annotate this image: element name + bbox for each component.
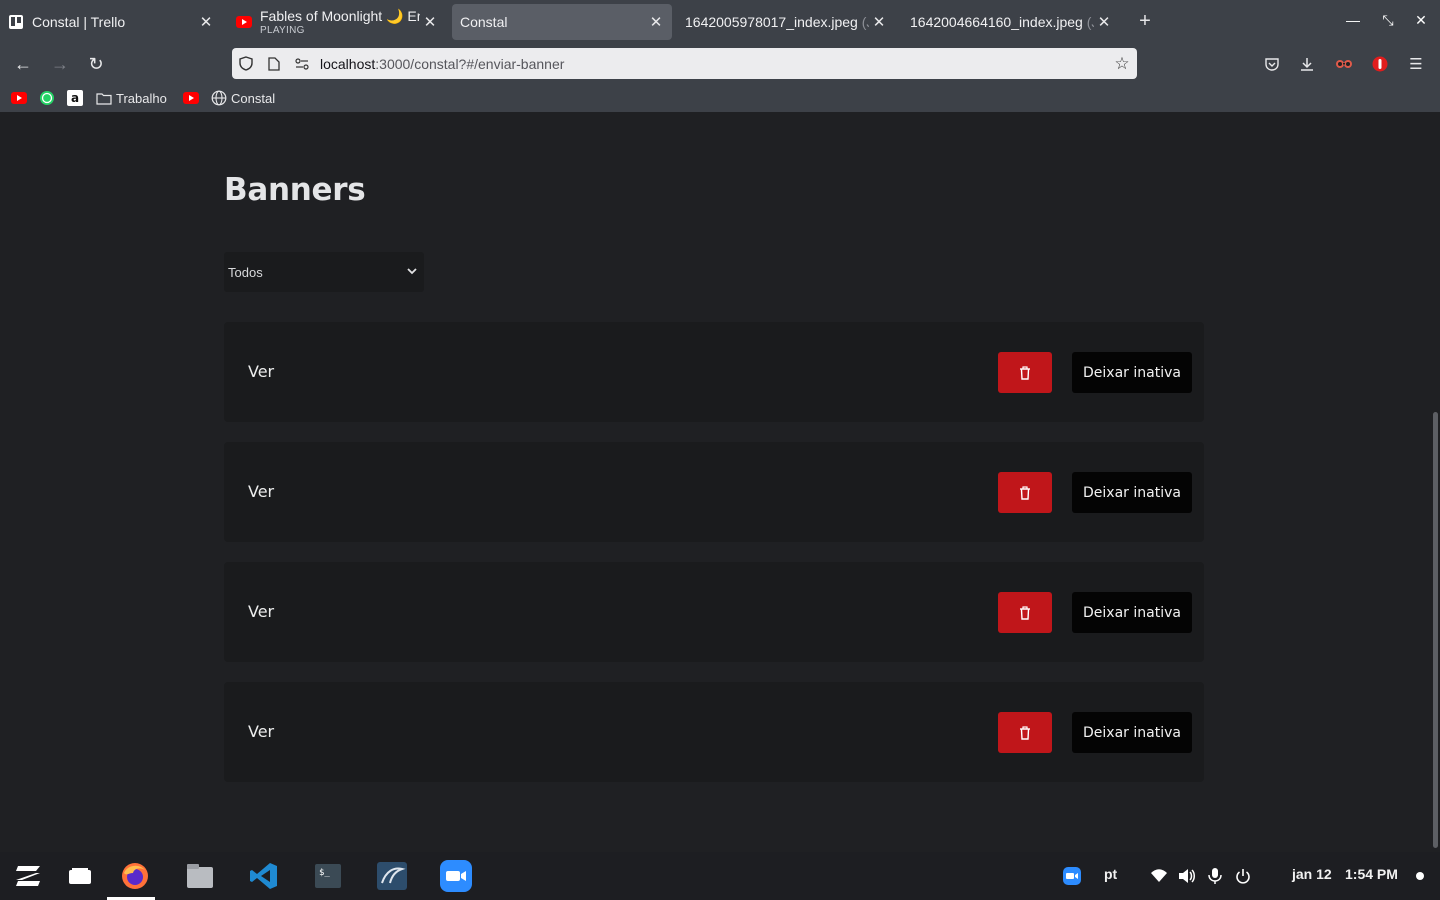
tab-title: Constal <box>460 14 508 30</box>
close-tab-icon[interactable]: ✕ <box>1094 13 1114 31</box>
permissions-icon[interactable] <box>288 48 316 79</box>
shield-icon[interactable] <box>232 48 260 79</box>
tab-image-2[interactable]: 1642004664160_index.jpeg (J ✕ <box>902 4 1120 40</box>
zorin-menu-icon[interactable] <box>12 860 44 892</box>
downloads-icon[interactable] <box>1297 54 1317 74</box>
deactivate-banner-button[interactable]: Deixar inativa <box>1072 712 1192 753</box>
files-icon[interactable] <box>184 860 216 892</box>
youtube-icon <box>236 14 252 30</box>
delete-banner-button[interactable] <box>998 712 1052 753</box>
delete-banner-button[interactable] <box>998 352 1052 393</box>
wifi-icon[interactable] <box>1149 866 1169 886</box>
date-label[interactable]: jan 12 <box>1292 866 1332 882</box>
bookmark-constal[interactable]: Constal <box>211 89 275 107</box>
banner-card: Ver Deixar inativa <box>224 562 1204 662</box>
tab-youtube-music[interactable]: Fables of Moonlight 🌙 Enc PLAYING ✕ <box>228 4 446 40</box>
tab-title: 1642004664160_index.jpeg <box>910 14 1083 30</box>
bookmark-amazon[interactable]: a <box>67 89 87 107</box>
banner-card: Ver Deixar inativa <box>224 682 1204 782</box>
page-title: Banners <box>224 172 366 208</box>
bookmark-label: Constal <box>231 90 276 106</box>
deactivate-banner-button[interactable]: Deixar inativa <box>1072 592 1192 633</box>
pocket-icon[interactable] <box>1262 54 1282 74</box>
svg-text:$_: $_ <box>319 868 330 878</box>
menu-icon[interactable]: ☰ <box>1406 54 1426 74</box>
whatsapp-icon <box>39 90 55 106</box>
volume-icon[interactable] <box>1177 866 1197 886</box>
trash-icon <box>1020 365 1030 380</box>
tab-title: Fables of Moonlight 🌙 Enc <box>260 8 420 24</box>
youtube-icon <box>183 90 199 106</box>
new-tab-button[interactable]: + <box>1134 10 1156 33</box>
notification-dot-icon[interactable] <box>1410 866 1430 886</box>
bookmark-folder-trabalho[interactable]: Trabalho <box>96 89 167 107</box>
globe-icon <box>211 90 227 106</box>
zoom-icon[interactable] <box>440 860 472 892</box>
bookmark-youtube-2[interactable] <box>183 89 203 107</box>
tab-playing-label: PLAYING <box>260 25 305 36</box>
minimize-icon[interactable]: — <box>1343 12 1363 28</box>
svg-text:a: a <box>71 91 79 105</box>
workspace-icon[interactable] <box>64 860 96 892</box>
view-banner-link[interactable]: Ver <box>248 362 274 381</box>
restore-icon[interactable]: ⤡ <box>1378 12 1398 29</box>
extension-glasses-icon[interactable] <box>1334 54 1354 74</box>
os-taskbar: $_ pt jan 12 1:54 PM <box>0 852 1440 900</box>
time-label[interactable]: 1:54 PM <box>1345 866 1398 882</box>
view-banner-link[interactable]: Ver <box>248 482 274 501</box>
filter-selected-value: Todos <box>228 264 263 280</box>
close-tab-icon[interactable]: ✕ <box>196 13 216 31</box>
trello-icon <box>8 14 24 30</box>
banner-card: Ver Deixar inativa <box>224 322 1204 422</box>
firefox-icon[interactable] <box>107 860 155 900</box>
close-tab-icon[interactable]: ✕ <box>420 13 440 31</box>
bookmark-whatsapp[interactable] <box>39 89 59 107</box>
tab-title: Constal | Trello <box>32 14 126 30</box>
page-scrollbar[interactable] <box>1433 412 1438 848</box>
bookmarks-bar: a Trabalho Constal <box>0 84 1440 112</box>
mysql-workbench-icon[interactable] <box>376 860 408 892</box>
view-banner-link[interactable]: Ver <box>248 602 274 621</box>
vscode-icon[interactable] <box>248 860 280 892</box>
page-content: Banners Todos Ver Deixar inativa Ver Dei… <box>0 112 1440 852</box>
view-banner-link[interactable]: Ver <box>248 722 274 741</box>
extension-block-icon[interactable] <box>1370 54 1390 74</box>
back-icon[interactable]: ← <box>12 53 34 75</box>
page-icon[interactable] <box>260 48 288 79</box>
tab-title: 1642005978017_index.jpeg <box>685 14 858 30</box>
banner-card: Ver Deixar inativa <box>224 442 1204 542</box>
trash-icon <box>1020 605 1030 620</box>
bookmark-label: Trabalho <box>116 90 167 106</box>
trash-icon <box>1020 485 1030 500</box>
youtube-icon <box>11 90 27 106</box>
close-window-icon[interactable]: ✕ <box>1411 12 1431 29</box>
address-bar[interactable]: localhost:3000/constal?#/enviar-banner ☆ <box>232 48 1137 79</box>
microphone-icon[interactable] <box>1205 866 1225 886</box>
delete-banner-button[interactable] <box>998 472 1052 513</box>
tab-image-1[interactable]: 1642005978017_index.jpeg (J ✕ <box>677 4 895 40</box>
forward-icon[interactable]: → <box>49 53 71 75</box>
deactivate-banner-button[interactable]: Deixar inativa <box>1072 352 1192 393</box>
folder-icon <box>96 90 112 106</box>
close-tab-icon[interactable]: ✕ <box>869 13 889 31</box>
tab-constal[interactable]: Constal ✕ <box>452 4 672 40</box>
terminal-icon[interactable]: $_ <box>312 860 344 892</box>
reload-icon[interactable]: ↻ <box>85 53 107 75</box>
bookmark-youtube[interactable] <box>11 89 31 107</box>
browser-tab-bar: Constal | Trello ✕ Fables of Moonlight 🌙… <box>0 0 1440 44</box>
chevron-down-icon <box>407 268 417 275</box>
tab-trello[interactable]: Constal | Trello ✕ <box>0 4 222 40</box>
keyboard-language[interactable]: pt <box>1104 866 1117 882</box>
bookmark-star-icon[interactable]: ☆ <box>1107 54 1137 74</box>
url-text: localhost:3000/constal?#/enviar-banner <box>320 55 565 72</box>
close-tab-icon[interactable]: ✕ <box>646 13 666 31</box>
amazon-icon: a <box>67 90 83 106</box>
deactivate-banner-button[interactable]: Deixar inativa <box>1072 472 1192 513</box>
power-icon[interactable] <box>1233 866 1253 886</box>
zoom-tray-icon[interactable] <box>1062 866 1082 886</box>
status-filter-select[interactable]: Todos <box>224 252 424 292</box>
trash-icon <box>1020 725 1030 740</box>
delete-banner-button[interactable] <box>998 592 1052 633</box>
browser-nav-bar: ← → ↻ localhost:3000/constal?#/enviar-ba… <box>0 44 1440 84</box>
